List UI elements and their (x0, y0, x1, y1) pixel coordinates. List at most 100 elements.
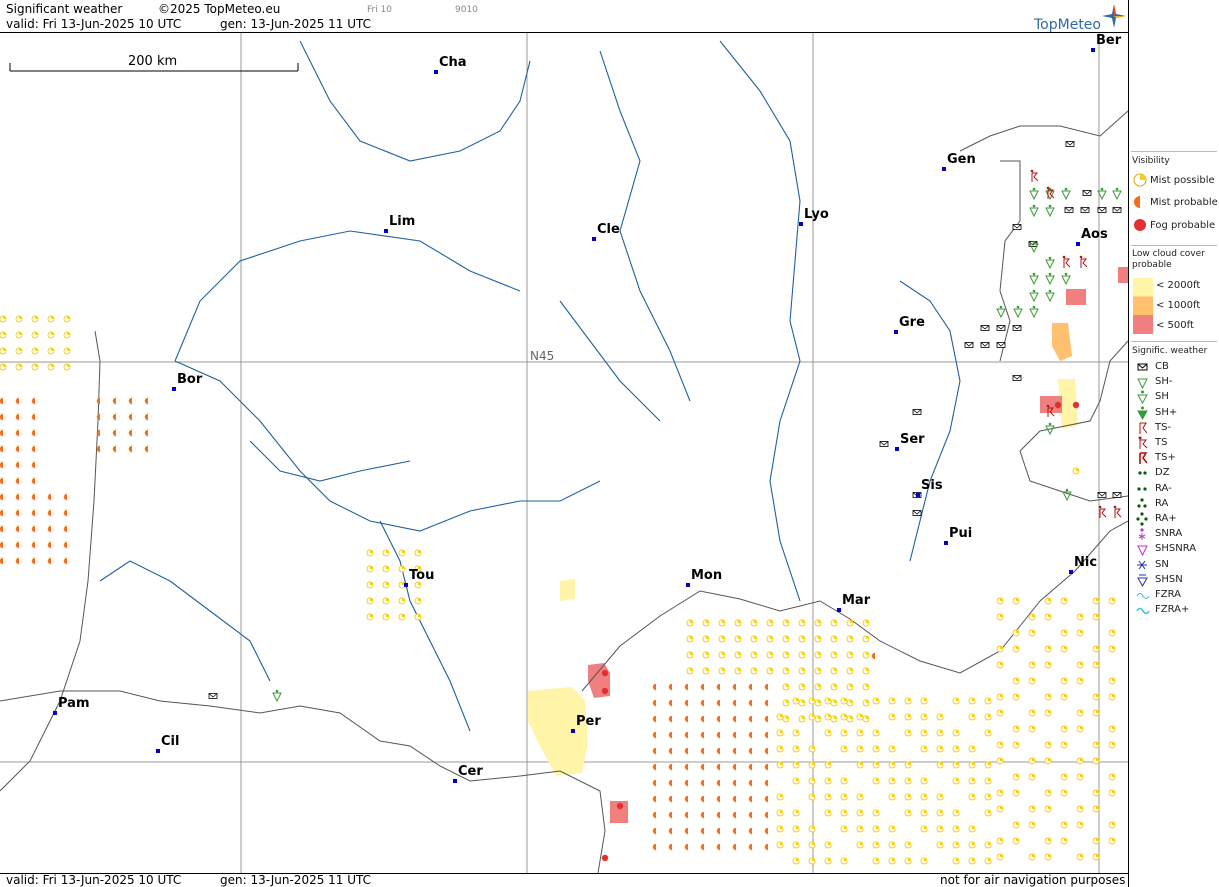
mist-possible-icon (996, 741, 1004, 749)
mist-possible-icon (31, 315, 39, 323)
mist-possible-icon (952, 857, 960, 865)
mist-probable-icon (15, 445, 23, 453)
mist-possible-icon (824, 841, 832, 849)
mist-probable-icon (684, 747, 692, 755)
mist-possible-icon (792, 825, 800, 833)
mist-probable-icon (63, 509, 71, 517)
lowcloud-title: Low cloud cover probable (1132, 249, 1205, 270)
mist-probable-icon (96, 429, 104, 437)
mist-probable-icon (144, 397, 152, 405)
mist-possible-icon (1060, 597, 1068, 605)
mist-probable-icon (716, 795, 724, 803)
mist-possible-icon (776, 825, 784, 833)
mist-possible-icon (1092, 709, 1100, 717)
mist-probable-icon (144, 413, 152, 421)
mist-possible-icon (824, 793, 832, 801)
mist-probable-icon (15, 525, 23, 533)
mist-probable-icon (764, 683, 772, 691)
cb-icon (1080, 207, 1090, 213)
mist-possible-icon (856, 841, 864, 849)
mist-possible-icon (776, 841, 784, 849)
thunderstorm-icon (1113, 505, 1122, 518)
mist-possible-icon (984, 809, 992, 817)
mist-possible-icon (920, 825, 928, 833)
cb-icon (1097, 207, 1107, 213)
mist-possible-icon (792, 841, 800, 849)
mist-possible-icon (1012, 789, 1020, 797)
sigwx-title: Signific. weather (1132, 346, 1208, 356)
mist-probable-icon (748, 763, 756, 771)
legend-fog-probable: Fog probable (1150, 220, 1216, 231)
mist-probable-icon (96, 413, 104, 421)
mist-possible-icon (872, 777, 880, 785)
mist-possible-icon (782, 699, 790, 707)
mist-possible-icon (872, 697, 880, 705)
mist-probable-icon (31, 413, 39, 421)
city-label: Lyo (804, 207, 829, 222)
legend-sigwx-label: SH- (1155, 376, 1173, 388)
mist-probable-icon (15, 557, 23, 565)
mist-probable-icon (684, 763, 692, 771)
mist-probable-icon (652, 715, 660, 723)
mist-possible-icon (31, 331, 39, 339)
mist-possible-icon (984, 793, 992, 801)
mist-possible-icon (782, 683, 790, 691)
mist-possible-icon (1092, 853, 1100, 861)
mist-possible-icon (840, 809, 848, 817)
mist-possible-icon (792, 745, 800, 753)
mist-possible-icon (734, 619, 742, 627)
mist-possible-icon (824, 697, 832, 705)
mist-probable-icon (764, 731, 772, 739)
mist-possible-icon (862, 619, 870, 627)
shower-icon (1045, 256, 1055, 270)
mist-possible-icon (776, 793, 784, 801)
mist-possible-icon (1028, 757, 1036, 765)
cb-icon (1112, 492, 1122, 498)
shower-icon (996, 305, 1006, 319)
topmeteo-logo: TopMeteo (1034, 4, 1126, 33)
mist-probable-icon (684, 731, 692, 739)
mist-possible-icon (840, 745, 848, 753)
mist-possible-icon (840, 793, 848, 801)
mist-possible-icon (702, 667, 710, 675)
mist-possible-icon (0, 363, 7, 371)
mist-possible-icon (968, 745, 976, 753)
mist-probable-icon (31, 461, 39, 469)
mist-probable-icon (668, 779, 676, 787)
mist-possible-icon (888, 793, 896, 801)
mist-possible-icon (952, 745, 960, 753)
mist-possible-icon (1076, 629, 1084, 637)
city-marker (404, 583, 408, 587)
city-marker (1091, 48, 1095, 52)
mist-possible-icon (952, 777, 960, 785)
mist-probable-icon (652, 763, 660, 771)
mist-probable-icon (31, 477, 39, 485)
mist-possible-icon (63, 331, 71, 339)
legend-mist-probable: Mist probable (1150, 197, 1218, 208)
mist-possible-icon (888, 841, 896, 849)
mist-possible-icon (1044, 597, 1052, 605)
mist-probable-icon (684, 827, 692, 835)
mist-possible-icon (968, 697, 976, 705)
mist-possible-icon (718, 635, 726, 643)
mist-possible-icon (920, 857, 928, 865)
sigwx-ra-icon (1136, 512, 1148, 526)
sigwx-ts-icon (1139, 422, 1148, 434)
mist-possible-icon (1108, 629, 1116, 637)
mist-probable-icon (15, 413, 23, 421)
valid-time: valid: Fri 13-Jun-2025 10 UTC (6, 17, 182, 31)
mist-possible-icon (766, 619, 774, 627)
logo-text: TopMeteo (1034, 17, 1101, 33)
mist-possible-icon (996, 693, 1004, 701)
mist-possible-icon (1060, 677, 1068, 685)
mist-possible-icon (840, 777, 848, 785)
mist-probable-icon (748, 747, 756, 755)
mist-possible-icon (798, 651, 806, 659)
mist-possible-icon (1092, 805, 1100, 813)
mist-probable-icon (652, 779, 660, 787)
mist-possible-icon (798, 667, 806, 675)
mist-possible-icon (1076, 661, 1084, 669)
map-area[interactable]: 200 km N45 Cha Lim Cle Lyo Gen Ber Aos Gre Bor Se… (0, 32, 1128, 874)
mist-possible-icon (936, 841, 944, 849)
mist-possible-icon (1092, 645, 1100, 653)
